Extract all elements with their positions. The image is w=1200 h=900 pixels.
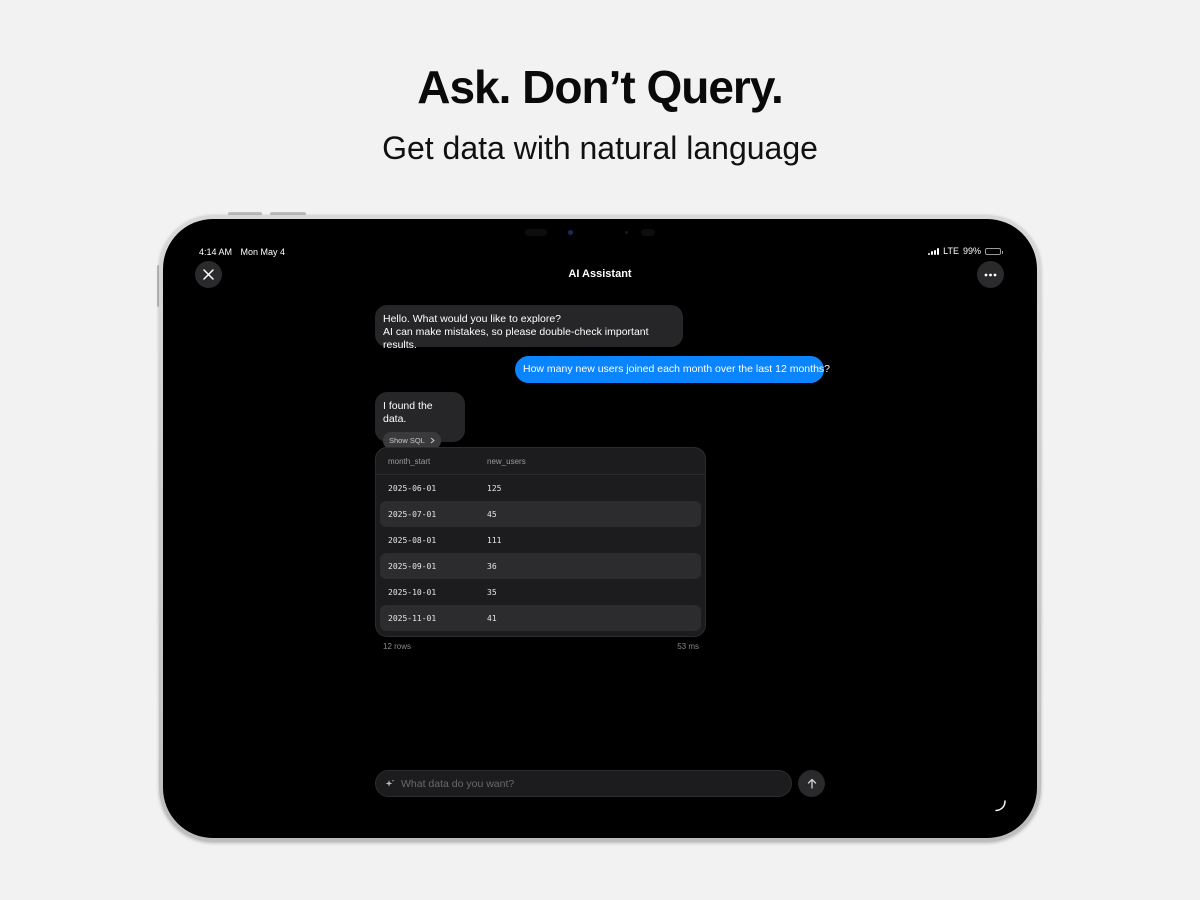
cell-month-start: 2025-11-01: [388, 613, 437, 623]
table-row: 2025-09-01 36: [380, 553, 701, 579]
signal-icon: [928, 247, 940, 255]
status-date: Mon May 4: [240, 247, 286, 257]
subheadline: Get data with natural language: [382, 130, 818, 166]
show-sql-label: Show SQL: [389, 436, 425, 445]
home-indicator-corner: [995, 800, 1006, 812]
column-header-month-start: month_start: [388, 456, 431, 466]
app-screen: 4:14 AM Mon May 4 LTE 99% AI Assistant H…: [163, 219, 1037, 838]
cell-new-users: 36: [487, 561, 497, 571]
camera-lens: [568, 230, 573, 235]
battery-percent: 99%: [962, 246, 981, 256]
cell-month-start: 2025-06-01: [388, 483, 437, 493]
table-row: 2025-08-01 111: [380, 527, 701, 553]
greeting-line-2: AI can make mistakes, so please double-c…: [383, 326, 649, 351]
cell-new-users: 111: [487, 535, 502, 545]
assistant-greeting-bubble: Hello. What would you like to explore? A…: [375, 305, 683, 351]
user-message-bubble: How many new users joined each month ove…: [515, 356, 830, 383]
cell-month-start: 2025-09-01: [388, 561, 437, 571]
chevron-right-icon: [430, 437, 435, 444]
query-composer[interactable]: [375, 770, 792, 797]
table-row: 2025-07-01 45: [380, 501, 701, 527]
camera-sensor: [525, 229, 547, 236]
cell-new-users: 41: [487, 613, 497, 623]
row-count: 12 rows: [383, 642, 412, 651]
query-duration: 53 ms: [677, 642, 699, 651]
assistant-response-bubble: I found the data. Show SQL: [375, 392, 465, 449]
send-button[interactable]: [798, 770, 825, 797]
cell-month-start: 2025-08-01: [388, 535, 437, 545]
cell-new-users: 45: [487, 509, 497, 519]
status-indicators: LTE 99%: [928, 246, 1003, 256]
table-footer: 12 rows 53 ms: [383, 642, 699, 651]
arrow-up-icon: [807, 778, 816, 789]
sparkle-icon: [385, 779, 395, 787]
camera-housing: [525, 225, 665, 239]
greeting-line-1: Hello. What would you like to explore?: [383, 313, 562, 325]
table-row: 2025-06-01 125: [380, 475, 701, 501]
table-header: month_start new_users: [376, 448, 705, 475]
query-input[interactable]: [401, 777, 781, 790]
ellipsis-icon: [984, 273, 997, 276]
result-table[interactable]: month_start new_users 2025-06-01 125 2025…: [375, 447, 706, 637]
more-options-button[interactable]: [977, 261, 1004, 288]
column-header-new-users: new_users: [487, 456, 526, 466]
battery-icon: [985, 247, 1003, 255]
table-row: 2025-11-01 41: [380, 605, 701, 631]
response-text: I found the data.: [383, 400, 433, 425]
camera-sensor-dot: [625, 231, 628, 234]
network-label: LTE: [943, 246, 959, 256]
cell-new-users: 35: [487, 587, 497, 597]
nav-title: AI Assistant: [568, 268, 632, 280]
camera-flash: [641, 229, 655, 236]
cell-month-start: 2025-10-01: [388, 587, 437, 597]
cell-month-start: 2025-07-01: [388, 509, 437, 519]
table-row: 2025-10-01 35: [380, 579, 701, 605]
cell-new-users: 125: [487, 483, 502, 493]
status-time: 4:14 AM Mon May 4: [199, 247, 285, 257]
headline: Ask. Don’t Query.: [417, 61, 784, 113]
status-clock: 4:14 AM: [199, 247, 233, 257]
